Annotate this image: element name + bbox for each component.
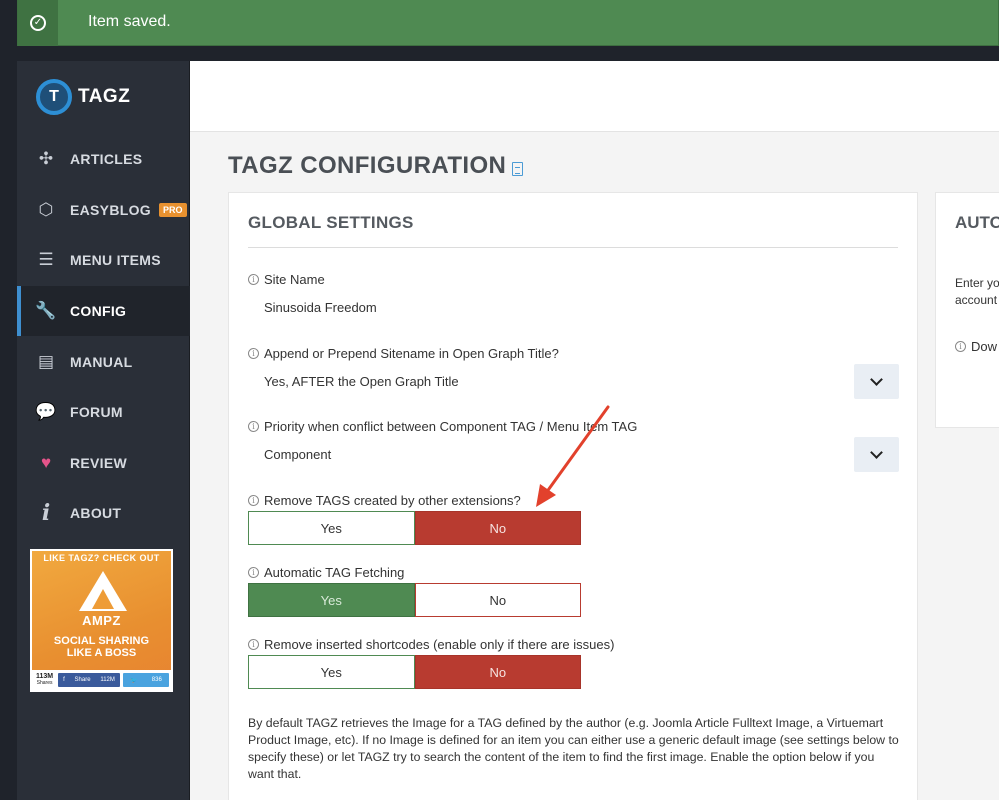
- annotation-arrow: [536, 405, 610, 507]
- arrow-shaft: [544, 405, 610, 495]
- arrow-head: [536, 484, 556, 507]
